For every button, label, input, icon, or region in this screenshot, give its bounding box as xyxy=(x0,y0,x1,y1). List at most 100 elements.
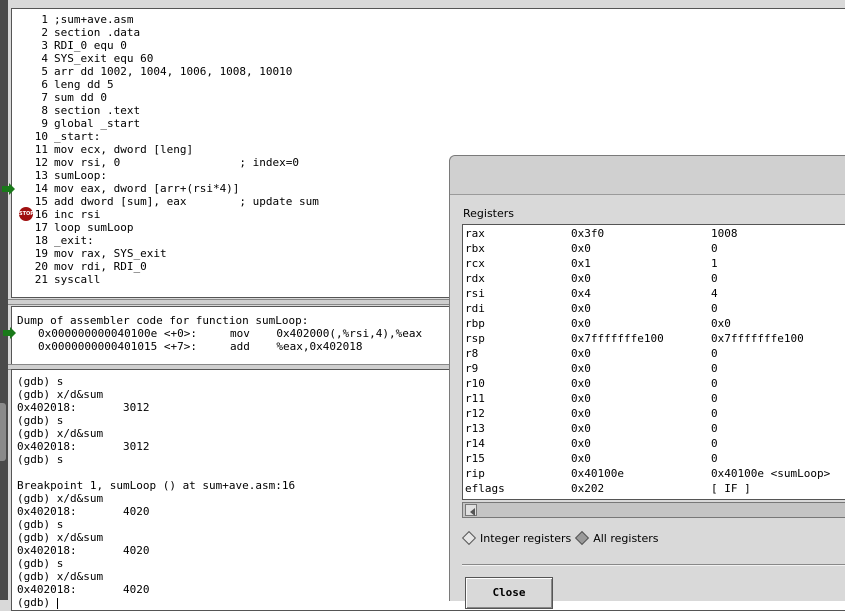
register-hex: 0x0 xyxy=(571,422,591,435)
register-name: rbx xyxy=(465,242,485,255)
source-line[interactable]: 3 RDI_0 equ 0 xyxy=(18,39,319,52)
register-name: r15 xyxy=(465,452,485,465)
register-row[interactable]: rsi 0x4 4 xyxy=(463,286,845,301)
register-row[interactable]: r8 0x0 0 xyxy=(463,346,845,361)
source-line-code: add dword [sum], eax ; update sum xyxy=(54,195,319,208)
register-type-option[interactable]: All registers xyxy=(575,530,659,546)
source-line[interactable]: 11 mov ecx, dword [leng] xyxy=(18,143,319,156)
source-line[interactable]: 8 section .text xyxy=(18,104,319,117)
register-row[interactable]: r12 0x0 0 xyxy=(463,406,845,421)
source-line[interactable]: 6 leng dd 5 xyxy=(18,78,319,91)
dialog-divider xyxy=(462,564,845,566)
source-line[interactable]: 19 mov rax, SYS_exit xyxy=(18,247,319,260)
register-row[interactable]: r10 0x0 0 xyxy=(463,376,845,391)
scrollbar-left-button[interactable] xyxy=(465,504,477,516)
register-hex: 0x202 xyxy=(571,482,605,495)
breakpoint-stop-icon[interactable]: STOP xyxy=(19,207,34,221)
source-line-code: global _start xyxy=(54,117,141,130)
source-line[interactable]: 5 arr dd 1002, 1004, 1006, 1008, 10010 xyxy=(18,65,319,78)
source-line-number: 9 xyxy=(41,117,48,130)
disassembly-content: Dump of assembler code for function sumL… xyxy=(17,314,422,353)
register-row[interactable]: r14 0x0 0 xyxy=(463,436,845,451)
register-value: 0 xyxy=(711,242,718,255)
source-lines: 1 ;sum+ave.asm 2 section .data 3 RDI_0 equ 04… xyxy=(18,13,319,286)
register-row[interactable]: rcx 0x1 1 xyxy=(463,256,845,271)
source-line[interactable]: 21 syscall xyxy=(18,273,319,286)
source-line[interactable]: 2 section .data xyxy=(18,26,319,39)
register-value: 0x0 xyxy=(711,317,731,330)
registers-horizontal-scrollbar[interactable] xyxy=(462,502,845,518)
register-row[interactable]: rip 0x40100e 0x40100e <sumLoop> xyxy=(463,466,845,481)
register-row[interactable]: rsp 0x7fffffffe100 0x7fffffffe100 xyxy=(463,331,845,346)
source-line-number: 1 xyxy=(41,13,48,26)
source-line[interactable]: 12 mov rsi, 0 ; index=0 xyxy=(18,156,319,169)
registers-table[interactable]: rax 0x3f0 1008 rbx 0x0 0 rcx 0x1 1 rdx 0x0 0 rsi 0x4 4… xyxy=(462,224,845,500)
register-hex: 0x0 xyxy=(571,392,591,405)
register-value: 1 xyxy=(711,257,718,270)
source-line[interactable]: 18 _exit: xyxy=(18,234,319,247)
source-line-number: 5 xyxy=(41,65,48,78)
register-row[interactable]: r13 0x0 0 xyxy=(463,421,845,436)
source-line-number: 4 xyxy=(41,52,48,65)
console-content: (gdb) s (gdb) x/d&sum 0x402018: 3012 (gdb) … xyxy=(17,375,295,609)
console-line: 0x402018: 3012 xyxy=(17,440,150,453)
source-line-number: 21 xyxy=(34,273,48,286)
register-hex: 0x0 xyxy=(571,302,591,315)
register-hex: 0x0 xyxy=(571,377,591,390)
text-cursor xyxy=(56,597,58,609)
dialog-titlebar[interactable] xyxy=(450,156,845,195)
disassembly-line[interactable]: 0x000000000040100e <+0>: mov 0x402000(,%… xyxy=(17,327,422,340)
desktop-edge-tab[interactable] xyxy=(0,403,6,461)
radio-diamond-icon[interactable] xyxy=(575,530,590,546)
source-line-number: 17 xyxy=(34,221,48,234)
register-value: 0x7fffffffe100 xyxy=(711,332,804,345)
register-row[interactable]: rbx 0x0 0 xyxy=(463,241,845,256)
registers-label: Registers xyxy=(463,207,515,220)
source-line[interactable]: 10 _start: xyxy=(18,130,319,143)
source-line-number: 11 xyxy=(34,143,48,156)
register-row[interactable]: rdi 0x0 0 xyxy=(463,301,845,316)
console-line: (gdb) s xyxy=(17,414,64,427)
source-line[interactable]: 17 loop sumLoop xyxy=(18,221,319,234)
source-line[interactable]: 4 SYS_exit equ 60 xyxy=(18,52,319,65)
register-row[interactable]: r11 0x0 0 xyxy=(463,391,845,406)
source-line-code: syscall xyxy=(54,273,101,286)
register-value: 4 xyxy=(711,287,718,300)
register-row[interactable]: rax 0x3f0 1008 xyxy=(463,226,845,241)
console-line: 0x402018: 4020 xyxy=(17,583,150,596)
radio-diamond-icon[interactable] xyxy=(461,530,477,546)
register-hex: 0x0 xyxy=(571,437,591,450)
source-line[interactable]: 15 add dword [sum], eax ; update sum xyxy=(18,195,319,208)
source-line-code: loop sumLoop xyxy=(54,221,134,234)
register-name: rsi xyxy=(465,287,485,300)
register-type-option[interactable]: Integer registers xyxy=(461,530,571,546)
register-name: r9 xyxy=(465,362,479,375)
source-line[interactable]: 1 ;sum+ave.asm xyxy=(18,13,319,26)
source-line[interactable]: 7 sum dd 0 xyxy=(18,91,319,104)
source-line[interactable]: 9 global _start xyxy=(18,117,319,130)
register-hex: 0x1 xyxy=(571,257,591,270)
register-hex: 0x0 xyxy=(571,347,591,360)
register-row[interactable]: rbp 0x0 0x0 xyxy=(463,316,845,331)
close-button[interactable]: Close xyxy=(465,577,553,609)
source-line-code: mov rax, SYS_exit xyxy=(54,247,167,260)
register-value: 0 xyxy=(711,407,718,420)
register-row[interactable]: eflags 0x202 [ IF ] xyxy=(463,481,845,496)
disassembly-line[interactable]: 0x0000000000401015 <+7>: add %eax,0x4020… xyxy=(17,340,422,353)
source-line[interactable]: 13 sumLoop: xyxy=(18,169,319,182)
console-line: (gdb) s xyxy=(17,375,64,388)
console-line: 0x402018: 3012 xyxy=(17,401,150,414)
register-hex: 0x7fffffffe100 xyxy=(571,332,664,345)
register-row[interactable]: r9 0x0 0 xyxy=(463,361,845,376)
source-line-code: mov rsi, 0 ; index=0 xyxy=(54,156,300,169)
source-line-number: 13 xyxy=(34,169,48,182)
source-line[interactable]: 14 mov eax, dword [arr+(rsi*4)] xyxy=(18,182,319,195)
console-line: (gdb) x/d&sum xyxy=(17,492,104,505)
source-line[interactable]: 20 mov rdi, RDI_0 xyxy=(18,260,319,273)
source-line-number: 18 xyxy=(34,234,48,247)
console-prompt-line[interactable]: (gdb) xyxy=(17,596,295,609)
source-line[interactable]: 16 inc rsi xyxy=(18,208,319,221)
register-row[interactable]: rdx 0x0 0 xyxy=(463,271,845,286)
register-row[interactable]: r15 0x0 0 xyxy=(463,451,845,466)
